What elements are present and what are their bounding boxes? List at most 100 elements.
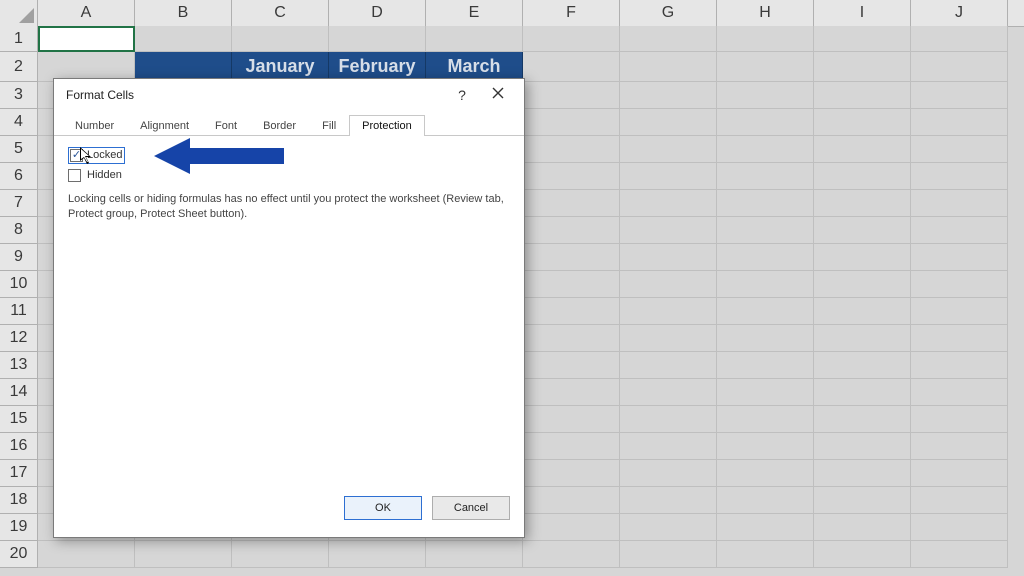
row-header[interactable]: 10 xyxy=(0,271,38,298)
close-button[interactable] xyxy=(480,81,516,109)
cell[interactable] xyxy=(717,82,814,109)
cell[interactable] xyxy=(523,26,620,52)
cell[interactable] xyxy=(911,325,1008,352)
cell[interactable] xyxy=(814,352,911,379)
cell[interactable] xyxy=(814,244,911,271)
row-header[interactable]: 20 xyxy=(0,541,38,568)
cell[interactable] xyxy=(523,217,620,244)
column-header[interactable]: G xyxy=(620,0,717,26)
cell[interactable] xyxy=(523,352,620,379)
cell[interactable] xyxy=(523,541,620,568)
cell[interactable] xyxy=(620,406,717,433)
cell[interactable] xyxy=(620,487,717,514)
cell[interactable] xyxy=(38,26,135,52)
cell[interactable] xyxy=(911,217,1008,244)
cell[interactable] xyxy=(523,190,620,217)
cell[interactable] xyxy=(717,190,814,217)
cell[interactable] xyxy=(814,541,911,568)
cell[interactable] xyxy=(523,514,620,541)
cell[interactable] xyxy=(717,541,814,568)
hidden-checkbox[interactable] xyxy=(68,169,81,182)
cell[interactable] xyxy=(911,298,1008,325)
cell[interactable] xyxy=(620,190,717,217)
cell[interactable] xyxy=(620,52,717,82)
cell[interactable] xyxy=(523,82,620,109)
cell[interactable] xyxy=(911,352,1008,379)
cell[interactable] xyxy=(620,271,717,298)
cell[interactable] xyxy=(717,460,814,487)
dialog-titlebar[interactable]: Format Cells ? xyxy=(54,79,524,111)
tab-protection[interactable]: Protection xyxy=(349,115,425,136)
cell[interactable] xyxy=(814,136,911,163)
tab-fill[interactable]: Fill xyxy=(309,115,349,136)
cell[interactable] xyxy=(717,244,814,271)
row-header[interactable]: 18 xyxy=(0,487,38,514)
cell[interactable] xyxy=(717,325,814,352)
row-header[interactable]: 12 xyxy=(0,325,38,352)
cell[interactable] xyxy=(523,244,620,271)
cell[interactable] xyxy=(717,433,814,460)
cell[interactable] xyxy=(814,298,911,325)
cell[interactable] xyxy=(523,271,620,298)
row-header[interactable]: 5 xyxy=(0,136,38,163)
cell[interactable] xyxy=(523,163,620,190)
row-header[interactable]: 8 xyxy=(0,217,38,244)
cell[interactable] xyxy=(814,487,911,514)
row-header[interactable]: 15 xyxy=(0,406,38,433)
cell[interactable] xyxy=(426,541,523,568)
column-header[interactable]: A xyxy=(38,0,135,26)
cell[interactable] xyxy=(717,487,814,514)
cancel-button[interactable]: Cancel xyxy=(432,496,510,520)
row-header[interactable]: 14 xyxy=(0,379,38,406)
cell[interactable] xyxy=(523,298,620,325)
cell[interactable] xyxy=(911,82,1008,109)
cell[interactable] xyxy=(717,271,814,298)
cell[interactable] xyxy=(620,325,717,352)
row-header[interactable]: 13 xyxy=(0,352,38,379)
cell[interactable] xyxy=(620,26,717,52)
cell[interactable] xyxy=(620,460,717,487)
cell[interactable] xyxy=(620,352,717,379)
cell[interactable] xyxy=(814,26,911,52)
row-header[interactable]: 19 xyxy=(0,514,38,541)
row-header[interactable]: 6 xyxy=(0,163,38,190)
cell[interactable] xyxy=(717,163,814,190)
cell[interactable] xyxy=(620,217,717,244)
cell[interactable] xyxy=(717,298,814,325)
column-header[interactable]: I xyxy=(814,0,911,26)
cell[interactable] xyxy=(911,379,1008,406)
cell[interactable] xyxy=(523,379,620,406)
cell[interactable] xyxy=(717,352,814,379)
cell[interactable] xyxy=(814,163,911,190)
cell[interactable] xyxy=(911,460,1008,487)
cell[interactable] xyxy=(717,52,814,82)
cell[interactable] xyxy=(717,136,814,163)
cell[interactable] xyxy=(620,541,717,568)
cell[interactable] xyxy=(620,379,717,406)
cell[interactable] xyxy=(523,406,620,433)
cell[interactable] xyxy=(717,109,814,136)
cell[interactable] xyxy=(911,26,1008,52)
cell[interactable] xyxy=(911,190,1008,217)
row-header[interactable]: 3 xyxy=(0,82,38,109)
cell[interactable] xyxy=(620,244,717,271)
cell[interactable] xyxy=(620,163,717,190)
cell[interactable] xyxy=(620,298,717,325)
row-header[interactable]: 7 xyxy=(0,190,38,217)
column-header[interactable]: E xyxy=(426,0,523,26)
ok-button[interactable]: OK xyxy=(344,496,422,520)
column-header[interactable]: H xyxy=(717,0,814,26)
cell[interactable] xyxy=(523,487,620,514)
cell[interactable] xyxy=(814,514,911,541)
cell[interactable] xyxy=(911,109,1008,136)
column-header[interactable]: F xyxy=(523,0,620,26)
cell[interactable] xyxy=(717,217,814,244)
row-header[interactable]: 17 xyxy=(0,460,38,487)
cell[interactable] xyxy=(523,460,620,487)
cell[interactable] xyxy=(814,82,911,109)
cell[interactable] xyxy=(523,136,620,163)
cell[interactable] xyxy=(620,514,717,541)
cell[interactable] xyxy=(620,82,717,109)
cell[interactable] xyxy=(232,26,329,52)
cell[interactable] xyxy=(329,26,426,52)
